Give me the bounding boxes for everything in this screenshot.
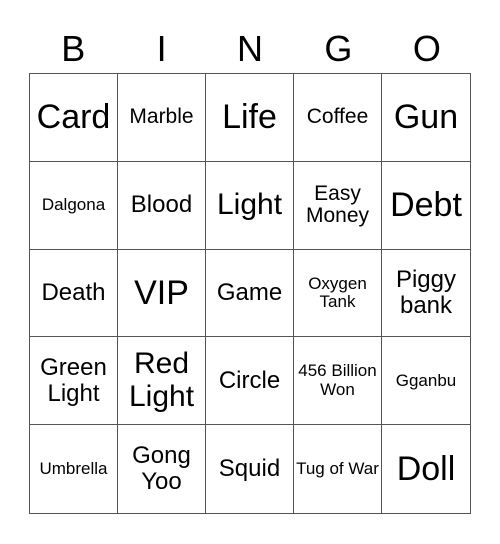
bingo-cell[interactable]: Blood (118, 161, 206, 250)
header-letter-n: N (237, 28, 264, 69)
bingo-cell[interactable]: Doll (382, 425, 470, 513)
bingo-cell[interactable]: Coffee (294, 74, 382, 162)
bingo-cell-text: Green Light (40, 353, 107, 407)
bingo-cell-text: Debt (390, 185, 462, 224)
bingo-cell-text: Coffee (306, 105, 369, 129)
bingo-cell[interactable]: VIP (118, 249, 206, 338)
bingo-cell-text: Game (216, 279, 283, 307)
bingo-cell-text: Red Light (128, 347, 195, 413)
bingo-cell-text: Umbrella (39, 458, 108, 478)
bingo-cell-text: Piggy bank (395, 266, 457, 319)
bingo-cell-text: Oxygen Tank (308, 273, 367, 311)
bingo-cell[interactable]: Tug of War (294, 425, 382, 513)
bingo-cell-text: 456 Billion Won (298, 361, 377, 399)
bingo-cell[interactable]: Gun (382, 74, 470, 162)
bingo-cell[interactable]: Gong Yoo (118, 425, 206, 513)
bingo-cell[interactable]: Light (206, 161, 294, 250)
bingo-cell-text: Tug of War (296, 458, 379, 478)
bingo-grid: Card Marble Life Coffee Gun Dalgona Blood Light… (29, 73, 471, 514)
bingo-cell[interactable]: Debt (382, 162, 470, 250)
bingo-cell[interactable]: Death (30, 249, 118, 338)
bingo-cell-text: Circle (218, 366, 281, 394)
bingo-cell-text: Doll (396, 449, 456, 488)
bingo-cell-text: Marble (129, 105, 194, 129)
bingo-cell-text: Blood (130, 191, 193, 219)
header-letter-i: I (156, 28, 167, 69)
bingo-cell-text: Gganbu (395, 370, 457, 390)
bingo-cell[interactable]: Easy Money (294, 161, 382, 250)
bingo-cell[interactable]: Circle (206, 337, 294, 426)
bingo-cell-text: Gun (393, 98, 459, 137)
bingo-cell[interactable]: Game (206, 249, 294, 338)
bingo-cell-text: Dalgona (41, 195, 106, 215)
bingo-header: B I N G O (29, 26, 471, 72)
bingo-cell[interactable]: Card (30, 74, 118, 162)
bingo-cell[interactable]: Piggy bank (382, 250, 470, 338)
bingo-cell[interactable]: Marble (118, 74, 206, 162)
bingo-cell[interactable]: Gganbu (382, 337, 470, 426)
header-letter-g: G (324, 28, 353, 69)
bingo-cell[interactable]: Umbrella (30, 425, 118, 513)
bingo-cell-text: Life (222, 98, 277, 137)
bingo-cell[interactable]: Squid (206, 425, 294, 513)
bingo-cell-text: Card (36, 98, 111, 137)
header-letter-b: B (61, 28, 86, 69)
bingo-cell[interactable]: 456 Billion Won (294, 337, 382, 426)
bingo-cell[interactable]: Life (206, 74, 294, 162)
header-letter-o: O (412, 28, 441, 69)
bingo-cell-text: Squid (218, 455, 281, 483)
bingo-cell[interactable]: Dalgona (30, 161, 118, 250)
bingo-cell-text: Easy Money (305, 181, 370, 228)
bingo-cell[interactable]: Oxygen Tank (294, 249, 382, 338)
bingo-cell[interactable]: Red Light (118, 337, 206, 426)
bingo-cell-text: Gong Yoo (132, 442, 191, 496)
bingo-cell-text: Death (41, 279, 106, 307)
bingo-cell-text: Light (216, 188, 283, 221)
bingo-cell-text: VIP (134, 273, 189, 312)
bingo-cell[interactable]: Green Light (30, 337, 118, 426)
